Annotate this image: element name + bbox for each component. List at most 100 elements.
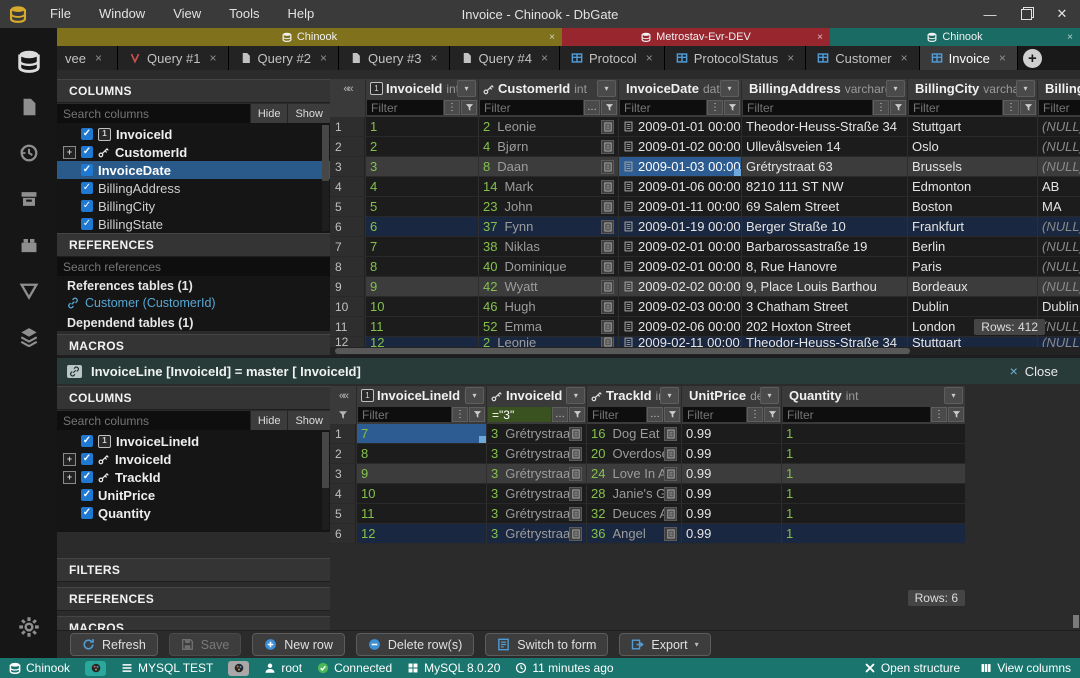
- search-references-input[interactable]: [57, 257, 330, 276]
- grid-cell[interactable]: 0.99: [681, 524, 781, 543]
- menu-window[interactable]: Window: [85, 0, 159, 28]
- menu-tools[interactable]: Tools: [215, 0, 273, 28]
- grid-cell[interactable]: Bordeaux: [907, 277, 1037, 296]
- table-row[interactable]: 5523John2009-01-11 00:00:0069 Salem Stre…: [330, 197, 1080, 217]
- save-button[interactable]: Save: [169, 633, 242, 656]
- grid-cell[interactable]: 36Angel: [586, 524, 681, 543]
- grid-cell[interactable]: 9: [356, 464, 486, 483]
- grid-cell[interactable]: Stuttgart: [907, 337, 1037, 347]
- grid-cell[interactable]: 2009-02-01 00:00:00: [618, 257, 741, 276]
- filter-funnel-button[interactable]: [469, 407, 485, 422]
- open-reference-button[interactable]: [569, 527, 582, 541]
- column-checkbox[interactable]: ✓: [81, 489, 93, 501]
- close-icon[interactable]: ×: [209, 51, 216, 65]
- open-reference-button[interactable]: [569, 467, 582, 481]
- vertical-scrollbar[interactable]: [1073, 615, 1079, 628]
- close-icon[interactable]: ×: [646, 51, 653, 65]
- grid-cell[interactable]: 2Leonie: [478, 337, 618, 347]
- grid-cell[interactable]: Stuttgart: [907, 117, 1037, 136]
- grid-cell[interactable]: Edmonton: [907, 177, 1037, 196]
- row-number[interactable]: 5: [330, 504, 356, 523]
- grid-cell[interactable]: (NULL): [1037, 237, 1080, 256]
- column-item-unitprice[interactable]: ✓UnitPrice: [57, 486, 330, 504]
- open-reference-button[interactable]: [664, 427, 677, 441]
- column-checkbox[interactable]: ✓: [81, 453, 93, 465]
- column-checkbox[interactable]: ✓: [81, 128, 93, 140]
- sidebar-layers-button[interactable]: [0, 314, 57, 360]
- column-item-invoicedate[interactable]: ✓InvoiceDate: [57, 161, 330, 179]
- open-reference-button[interactable]: [601, 320, 614, 334]
- grid-cell[interactable]: 1: [781, 464, 965, 483]
- status-open-structure[interactable]: Open structure: [864, 661, 960, 675]
- column-header-billingaddress[interactable]: BillingAddressvarchar(70▾: [741, 79, 907, 98]
- grid-cell[interactable]: 2009-02-01 00:00:00: [618, 237, 741, 256]
- filter-input-invoiceid[interactable]: [488, 407, 551, 422]
- status-root[interactable]: root: [264, 661, 302, 675]
- filter-input-invoicedate[interactable]: [620, 100, 706, 115]
- grid-cell[interactable]: 2009-01-03 00:00:00: [618, 157, 741, 176]
- grid-cell[interactable]: Grétrystraat 63: [741, 157, 907, 176]
- open-reference-button[interactable]: [569, 427, 582, 441]
- column-checkbox[interactable]: ✓: [81, 471, 93, 483]
- expander-icon[interactable]: +: [63, 471, 76, 484]
- filter-menu-button[interactable]: ⋮: [747, 407, 763, 422]
- tab-query-1[interactable]: Query #1×: [118, 46, 229, 70]
- macros-panel-header[interactable]: MACROS: [57, 334, 330, 355]
- column-item-quantity[interactable]: ✓Quantity: [57, 504, 330, 522]
- column-header-billingstate[interactable]: BillingStatevarcha▾: [1037, 79, 1080, 98]
- row-number[interactable]: 1: [330, 117, 365, 136]
- grid-cell[interactable]: 202 Hoxton Street: [741, 317, 907, 336]
- hide-button[interactable]: Hide: [250, 104, 288, 123]
- row-number[interactable]: 3: [330, 464, 356, 483]
- column-menu-button[interactable]: ▾: [465, 387, 484, 404]
- status-mysql-8-0-20[interactable]: MySQL 8.0.20: [407, 661, 500, 675]
- column-checkbox[interactable]: ✓: [81, 218, 93, 230]
- sidebar-plugin-button[interactable]: [0, 222, 57, 268]
- grid-cell[interactable]: 2009-01-19 00:00:00: [618, 217, 741, 236]
- grid-cell[interactable]: 6: [365, 217, 478, 236]
- add-tab-button[interactable]: +: [1023, 49, 1042, 68]
- column-menu-button[interactable]: ▾: [1016, 80, 1035, 97]
- open-reference-button[interactable]: [601, 160, 614, 174]
- sidebar-settings-button[interactable]: [0, 604, 57, 650]
- column-header-trackid[interactable]: TrackIdint▾: [586, 386, 681, 405]
- group-tab-1[interactable]: Metrostav-Evr-DEV×: [562, 28, 830, 46]
- maximize-button[interactable]: [1008, 0, 1044, 28]
- table-row[interactable]: 101046Hugh2009-02-03 00:00:003 Chatham S…: [330, 297, 1080, 317]
- grid-cell[interactable]: 3: [365, 157, 478, 176]
- filter-menu-button[interactable]: ⋮: [452, 407, 468, 422]
- collapse-columns-button[interactable]: ««: [330, 386, 356, 405]
- column-item-billingaddress[interactable]: ✓BillingAddress: [57, 179, 330, 197]
- filter-funnel-button[interactable]: [948, 407, 964, 422]
- grid-cell[interactable]: 12: [356, 524, 486, 543]
- delete-row-s--button[interactable]: Delete row(s): [356, 633, 474, 656]
- column-menu-button[interactable]: ▾: [566, 387, 585, 404]
- filter-menu-button[interactable]: ⋮: [444, 100, 460, 115]
- filter-input-trackid[interactable]: [588, 407, 646, 422]
- grid-cell[interactable]: 46Hugh: [478, 297, 618, 316]
- grid-cell[interactable]: 8, Rue Hanovre: [741, 257, 907, 276]
- grid-cell[interactable]: 2009-02-06 00:00:00: [618, 317, 741, 336]
- grid-cell[interactable]: 32Deuces Are: [586, 504, 681, 523]
- filter-menu-button[interactable]: ⋮: [1003, 100, 1019, 115]
- table-row[interactable]: 4414Mark2009-01-06 00:00:008210 111 ST N…: [330, 177, 1080, 197]
- column-header-invoiceid[interactable]: 1InvoiceIdint▾: [365, 79, 478, 98]
- filter-menu-button[interactable]: ⋮: [707, 100, 723, 115]
- grid-cell[interactable]: 1: [781, 524, 965, 543]
- expander-icon[interactable]: +: [63, 453, 76, 466]
- filter-menu-button[interactable]: …: [552, 407, 568, 422]
- grid-cell[interactable]: 5: [365, 197, 478, 216]
- open-reference-button[interactable]: [601, 220, 614, 234]
- column-menu-button[interactable]: ▾: [457, 80, 476, 97]
- filter-input-unitprice[interactable]: [683, 407, 746, 422]
- open-reference-button[interactable]: [601, 200, 614, 214]
- grid-cell[interactable]: 9, Place Louis Barthou: [741, 277, 907, 296]
- column-item-customerid[interactable]: +✓CustomerId: [57, 143, 330, 161]
- open-reference-button[interactable]: [664, 527, 677, 541]
- grid-cell[interactable]: 3Grétrystraat 63: [486, 524, 586, 543]
- grid-cell[interactable]: 4Bjørn: [478, 137, 618, 156]
- row-number[interactable]: 9: [330, 277, 365, 296]
- grid-cell[interactable]: 40Dominique: [478, 257, 618, 276]
- open-reference-button[interactable]: [601, 120, 614, 134]
- grid-cell[interactable]: 1: [781, 444, 965, 463]
